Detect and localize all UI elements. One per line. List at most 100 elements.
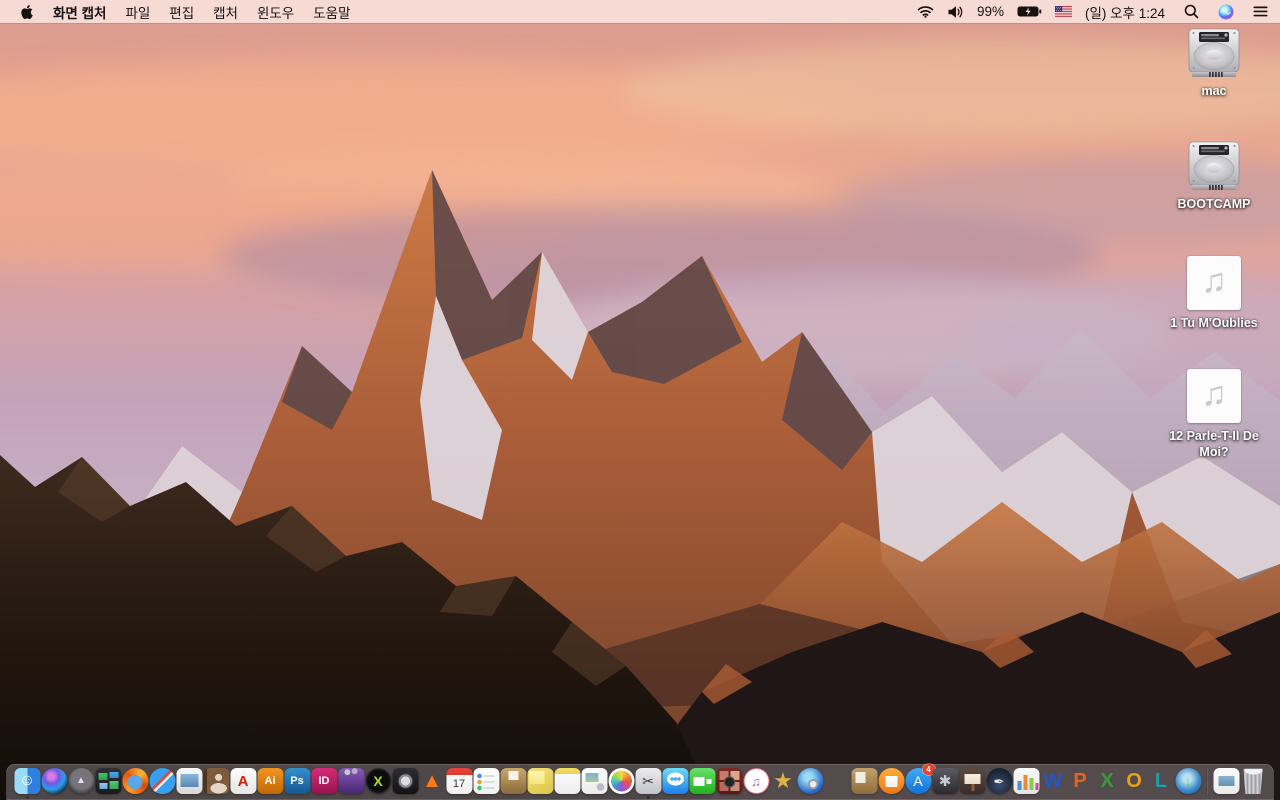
web-download-app-glyph: ↓: [1184, 773, 1192, 789]
toast-titanium-icon: [338, 768, 364, 794]
dock-dvd-ripper-app[interactable]: [797, 768, 823, 794]
dock-imovie[interactable]: ★: [770, 768, 796, 794]
dock-acrobat-reader[interactable]: A: [230, 768, 256, 794]
app-store-icon: A4: [905, 764, 935, 794]
ibooks-icon: [878, 768, 904, 794]
desktop-icon-audio-file-2[interactable]: ♫ 12 Parle-T-Il De Moi?: [1159, 369, 1269, 460]
dock-preview[interactable]: [176, 768, 202, 794]
acrobat-reader-glyph: A: [237, 772, 249, 790]
dock-reminders[interactable]: [473, 768, 499, 794]
dock-safari[interactable]: [149, 768, 175, 794]
dock-ms-outlook[interactable]: O: [1121, 768, 1147, 794]
dock-facetime[interactable]: [689, 768, 715, 794]
spotlight-icon[interactable]: [1184, 4, 1199, 19]
desktop-icon-label: mac: [1201, 84, 1227, 98]
dock-app-store[interactable]: A4: [905, 764, 935, 794]
dock-messages[interactable]: [662, 768, 688, 794]
dock-disc-utility-app[interactable]: [392, 768, 418, 794]
dock-ibooks[interactable]: [878, 768, 904, 794]
dock-pages[interactable]: ✒: [986, 768, 1012, 794]
dock-adobe-illustrator[interactable]: Ai: [257, 768, 283, 794]
dock-ms-word[interactable]: W: [1040, 768, 1066, 794]
dock-image-file[interactable]: [1213, 768, 1239, 794]
ms-powerpoint-glyph: P: [1073, 770, 1087, 792]
desktop-icon-mac-drive[interactable]: mac: [1159, 28, 1269, 100]
notes-icon: [554, 768, 580, 794]
dock-adobe-photoshop[interactable]: Ps: [284, 768, 310, 794]
dock-archive-utility-app[interactable]: [851, 768, 877, 794]
desktop-icon-audio-file-1[interactable]: ♫ 1 Tu M'Oublies: [1159, 256, 1269, 332]
dock-grab-screen-capture[interactable]: ✂: [635, 768, 661, 799]
ms-powerpoint-icon: P: [1067, 768, 1093, 794]
dock-photo-booth[interactable]: [716, 768, 742, 794]
dock-itunes[interactable]: ♫: [743, 768, 769, 794]
dock-adobe-indesign[interactable]: ID: [311, 768, 337, 794]
notification-center-icon[interactable]: [1253, 5, 1268, 18]
ms-word-icon: W: [1040, 768, 1066, 794]
desktop-icon-bootcamp-drive[interactable]: BOOTCAMP: [1159, 141, 1269, 213]
desktop-icon-label: 1 Tu M'Oublies: [1170, 316, 1258, 330]
dock-document-viewer-app[interactable]: [581, 768, 607, 794]
siri-icon[interactable]: [1218, 4, 1234, 20]
menu-capture[interactable]: 캡처: [213, 2, 238, 22]
dock-ms-lync[interactable]: L: [1148, 768, 1174, 794]
dock-keynote[interactable]: [959, 768, 985, 794]
pages-icon: ✒: [986, 768, 1012, 794]
wifi-icon[interactable]: [917, 5, 934, 18]
dock-photos[interactable]: [608, 768, 634, 794]
dock-toast-titanium[interactable]: [338, 768, 364, 794]
menu-app-name[interactable]: 화면 캡처: [53, 2, 106, 22]
itunes-icon: ♫: [743, 768, 769, 794]
dock-ms-powerpoint[interactable]: P: [1067, 768, 1093, 794]
dock-garageband[interactable]: [824, 768, 850, 794]
battery-charging-icon[interactable]: [1017, 5, 1042, 18]
dock-system-preferences[interactable]: ✱: [932, 768, 958, 794]
dock-stuffit-expander[interactable]: [500, 768, 526, 794]
menu-edit[interactable]: 편집: [169, 2, 194, 22]
archive-utility-app-icon: [851, 768, 877, 794]
menu-window[interactable]: 윈도우: [257, 2, 294, 22]
trash-icon: [1243, 768, 1263, 794]
dock-launchpad[interactable]: ▲: [68, 768, 94, 794]
dock-trash[interactable]: [1240, 768, 1266, 794]
running-indicator: [646, 795, 650, 799]
media-converter-x-icon: X: [365, 768, 391, 794]
hard-drive-icon: [1188, 141, 1240, 190]
dock-notes[interactable]: [554, 768, 580, 794]
dock-vlc[interactable]: ▲: [419, 768, 445, 794]
dock-calendar[interactable]: 17: [446, 768, 472, 794]
document-viewer-app-icon: [581, 768, 607, 794]
menu-file[interactable]: 파일: [125, 2, 150, 22]
preview-icon: [176, 768, 202, 794]
dock-contacts[interactable]: [203, 768, 229, 794]
dock-web-download-app[interactable]: ↓: [1175, 768, 1201, 794]
dock-siri[interactable]: [41, 768, 67, 794]
dock-stickies[interactable]: [527, 768, 553, 794]
imovie-icon: ★: [770, 768, 796, 794]
adobe-photoshop-icon: Ps: [284, 768, 310, 794]
dock-ms-excel[interactable]: X: [1094, 768, 1120, 794]
mission-control-icon: [95, 768, 121, 794]
stickies-icon: [527, 768, 553, 794]
dock-numbers[interactable]: [1013, 768, 1039, 794]
dock-media-converter-x[interactable]: X: [365, 768, 391, 794]
ms-outlook-icon: O: [1121, 768, 1147, 794]
apple-menu[interactable]: [20, 4, 34, 20]
volume-icon[interactable]: [947, 5, 964, 19]
dock-firefox[interactable]: [122, 768, 148, 794]
photo-booth-icon: [716, 768, 742, 794]
dock-mission-control[interactable]: [95, 768, 121, 794]
menu-help[interactable]: 도움말: [313, 2, 350, 22]
adobe-indesign-glyph: ID: [318, 774, 330, 787]
vlc-glyph: ▲: [422, 770, 442, 792]
adobe-illustrator-icon: Ai: [257, 768, 283, 794]
finder-glyph: ☺: [18, 772, 36, 789]
app-store-glyph: A: [913, 773, 923, 789]
facetime-icon: [689, 768, 715, 794]
us-flag-icon[interactable]: [1054, 6, 1072, 17]
numbers-icon: [1013, 768, 1039, 794]
dock-finder[interactable]: ☺: [14, 768, 40, 799]
menu-clock[interactable]: (일) 오후 1:24: [1085, 2, 1165, 22]
adobe-indesign-icon: ID: [311, 768, 337, 794]
finder-icon: ☺: [14, 768, 40, 794]
